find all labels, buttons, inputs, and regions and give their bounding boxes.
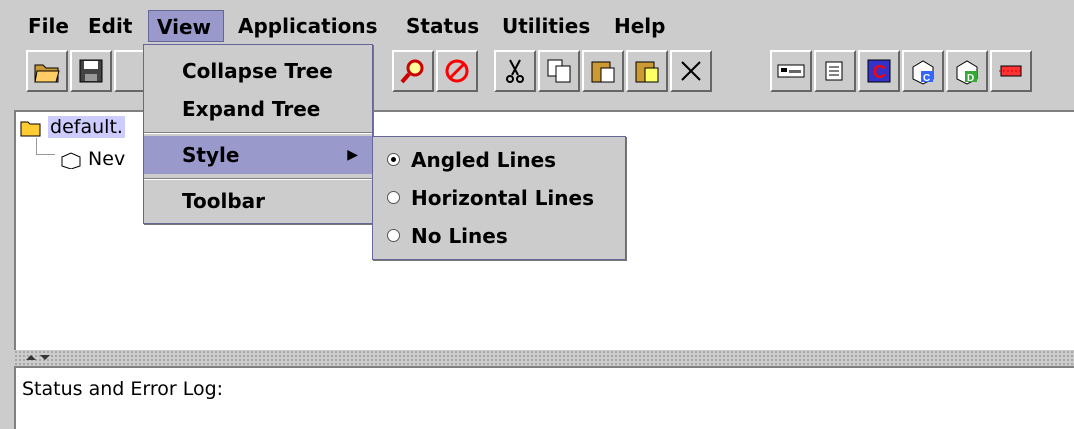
collapse-tree-item[interactable]: Collapse Tree [144,52,372,90]
app-c-icon: C [867,59,891,83]
svg-text:D: D [967,73,974,84]
expand-tree-item[interactable]: Expand Tree [144,90,372,128]
radio-selected-icon [387,153,400,166]
server-icon [825,61,843,81]
status-panel: Status and Error Log: [14,366,1074,429]
tree-root-label[interactable]: default. [48,116,125,138]
menu-help[interactable]: Help [606,10,673,42]
angled-lines-label: Angled Lines [411,148,557,172]
submenu-arrow-icon: ▶ [347,147,358,163]
menu-separator [144,178,372,180]
package-d-icon: D [956,60,978,85]
scissors-icon [506,59,524,83]
no-lines-label: No Lines [411,224,508,248]
paste-special-button[interactable] [626,50,668,92]
horizontal-lines-label: Horizontal Lines [411,186,594,210]
horizontal-lines-item[interactable]: Horizontal Lines [373,179,625,217]
open-folder-icon [34,64,60,83]
radio-icon [387,229,400,242]
no-lines-item[interactable]: No Lines [373,217,625,255]
split-arrows-icon[interactable] [24,351,64,365]
delete-button[interactable] [670,50,712,92]
tree-child-label[interactable]: Nev [88,148,125,170]
copy-icon [547,59,571,83]
menu-view[interactable]: View [148,10,224,42]
paste-icon [591,61,615,83]
radio-icon [387,191,400,204]
menu-separator [144,132,372,134]
paste-button[interactable] [582,50,624,92]
stop-button[interactable] [436,50,478,92]
package-icon [61,151,81,170]
folder-icon [20,121,41,136]
style-item-label: Style [182,143,240,167]
menu-edit[interactable]: Edit [80,10,140,42]
magnifier-icon [400,59,424,84]
network-icon [999,65,1023,77]
app-c-blue-button[interactable]: C [902,50,944,92]
save-icon [79,59,103,83]
menu-status[interactable]: Status [398,10,487,42]
package-c-icon: C [912,60,934,85]
menu-applications[interactable]: Applications [230,10,385,42]
menu-file[interactable]: File [20,10,77,42]
open-folder-button[interactable] [26,50,68,92]
find-button[interactable] [392,50,434,92]
cut-button[interactable] [494,50,536,92]
stop-icon [445,59,469,83]
angled-lines-item[interactable]: Angled Lines [373,141,625,179]
tree-child-row[interactable]: Nev [60,148,125,170]
terminal-button[interactable] [770,50,812,92]
svg-text:C: C [873,62,886,82]
status-log-label: Status and Error Log: [22,378,224,400]
style-item[interactable]: Style ▶ [144,136,372,174]
split-pane-divider[interactable] [14,350,1074,366]
menu-utilities[interactable]: Utilities [494,10,598,42]
copy-button[interactable] [538,50,580,92]
style-submenu: Angled Lines Horizontal Lines No Lines [372,136,626,260]
save-button[interactable] [70,50,112,92]
tree-root-row[interactable]: default. [20,116,125,138]
app-c-button[interactable]: C [858,50,900,92]
app-d-button[interactable]: D [946,50,988,92]
toolbar-item[interactable]: Toolbar [144,182,372,220]
view-menu: Collapse Tree Expand Tree Style ▶ Toolba… [143,44,373,224]
menu-bar: File Edit View Applications Status Utili… [0,0,1074,46]
terminal-icon [777,64,805,78]
close-x-icon [681,61,701,81]
tree-connector [36,138,55,155]
network-button[interactable] [990,50,1032,92]
config-button[interactable] [814,50,856,92]
paste-special-icon [635,61,659,83]
svg-text:C: C [923,73,930,84]
